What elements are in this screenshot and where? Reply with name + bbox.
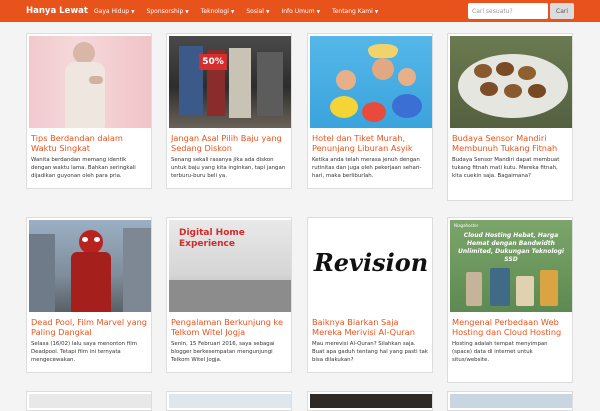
menu-sponsorship[interactable]: Sponsorship ▼ [147, 8, 189, 15]
revision-word: Revision [313, 248, 429, 277]
post-card[interactable]: Hotel dan Tiket Murah, Penunjang Liburan… [307, 33, 433, 189]
post-card[interactable]: Budaya Sensor Mandiri Membunuh Tukang Fi… [447, 33, 573, 201]
post-excerpt: Mau merevisi Al-Quran? Silahkan saja. Bu… [312, 341, 428, 364]
post-excerpt: Wanita berdandan memang identik dengan w… [31, 157, 136, 180]
post-excerpt: Senin, 15 Februari 2016, saya sebagai bl… [171, 341, 275, 364]
menu-info-umum[interactable]: Info Umum ▼ [281, 8, 320, 15]
post-thumbnail[interactable] [310, 36, 432, 128]
post-card[interactable]: Revision Baiknya Biarkan Saja Mereka Mer… [307, 217, 433, 373]
caret-down-icon: ▼ [131, 9, 135, 15]
post-excerpt: Hosting adalah tempat menyimpan (space) … [452, 341, 548, 364]
menu-teknologi[interactable]: Teknologi ▼ [201, 8, 235, 15]
post-thumbnail[interactable]: 50% [169, 36, 291, 128]
post-card[interactable]: 50% Jangan Asal Pilih Baju yang Sedang D… [166, 33, 292, 189]
menu-label: Info Umum [281, 7, 315, 15]
post-card[interactable]: Tips Berdandan dalam Waktu Singkat Wanit… [26, 33, 152, 189]
post-thumbnail[interactable] [310, 394, 432, 408]
post-thumbnail[interactable] [169, 394, 291, 408]
post-thumbnail[interactable] [29, 394, 151, 408]
menu-label: Sosial [246, 7, 264, 15]
search-button[interactable]: Cari [550, 3, 574, 19]
post-excerpt: Senang sekali rasanya jika ada diskon un… [171, 157, 286, 180]
hosting-banner: Cloud Hosting Hebat, Harga Hemat dengan … [458, 232, 564, 263]
menu-gaya-hidup[interactable]: Gaya Hidup ▼ [94, 8, 135, 15]
post-thumbnail[interactable]: Revision [310, 220, 432, 312]
search-input[interactable] [468, 3, 548, 19]
post-title[interactable]: Baiknya Biarkan Saja Mereka Merivisi Al-… [308, 314, 432, 337]
caret-down-icon: ▼ [316, 9, 321, 15]
main-menu: Gaya Hidup ▼ Sponsorship ▼ Teknologi ▼ Sosi… [94, 8, 390, 15]
sale-sign: 50% [199, 54, 227, 70]
post-card[interactable] [166, 391, 292, 411]
post-card[interactable] [307, 391, 433, 411]
post-title[interactable]: Tips Berdandan dalam Waktu Singkat [27, 130, 151, 153]
menu-label: Sponsorship [146, 7, 184, 15]
caret-down-icon: ▼ [265, 9, 270, 15]
post-thumbnail[interactable] [29, 36, 151, 128]
post-thumbnail[interactable] [450, 394, 572, 408]
post-title[interactable]: Budaya Sensor Mandiri Membunuh Tukang Fi… [448, 130, 572, 153]
caret-down-icon: ▼ [230, 9, 235, 15]
menu-label: Tentang Kami [332, 7, 373, 15]
menu-label: Teknologi [200, 7, 229, 15]
post-title[interactable]: Hotel dan Tiket Murah, Penunjang Liburan… [308, 130, 432, 153]
post-title[interactable]: Dead Pool, Film Marvel yang Paling Dangk… [27, 314, 151, 337]
menu-label: Gaya Hidup [94, 7, 130, 15]
post-title[interactable]: Mengenal Perbedaan Web Hosting dan Cloud… [448, 314, 572, 337]
post-thumbnail[interactable] [29, 220, 151, 312]
post-title[interactable]: Pengalaman Berkunjung ke Telkom Witel Jo… [167, 314, 291, 337]
site-brand[interactable]: Hanya Lewat [26, 6, 94, 16]
hosting-brand: Niagahoster [454, 223, 479, 228]
caret-down-icon: ▼ [374, 9, 379, 15]
menu-tentang-kami[interactable]: Tentang Kami ▼ [332, 8, 378, 15]
top-navbar: Hanya Lewat Gaya Hidup ▼ Sponsorship ▼ Tek… [0, 0, 600, 22]
caret-down-icon: ▼ [185, 9, 189, 15]
menu-sosial[interactable]: Sosial ▼ [246, 8, 269, 15]
post-excerpt: Budaya Sensor Mandiri dapat membuat tuka… [452, 157, 560, 180]
post-excerpt: Ketika anda telah merasa jenuh dengan ru… [312, 157, 422, 180]
telkom-sign: Digital Home Experience [179, 228, 245, 249]
post-excerpt: Selasa (16/02) lalu saya menonton film D… [31, 341, 137, 364]
post-thumbnail[interactable]: Digital Home Experience [169, 220, 291, 312]
post-thumbnail[interactable] [450, 36, 572, 128]
post-title[interactable]: Jangan Asal Pilih Baju yang Sedang Disko… [167, 130, 291, 153]
post-thumbnail[interactable]: Niagahoster Cloud Hosting Hebat, Harga H… [450, 220, 572, 312]
post-card[interactable] [447, 391, 573, 411]
post-card[interactable]: Niagahoster Cloud Hosting Hebat, Harga H… [447, 217, 573, 383]
post-card[interactable] [26, 391, 152, 411]
post-card[interactable]: Digital Home Experience Pengalaman Berku… [166, 217, 292, 373]
post-card[interactable]: Dead Pool, Film Marvel yang Paling Dangk… [26, 217, 152, 373]
